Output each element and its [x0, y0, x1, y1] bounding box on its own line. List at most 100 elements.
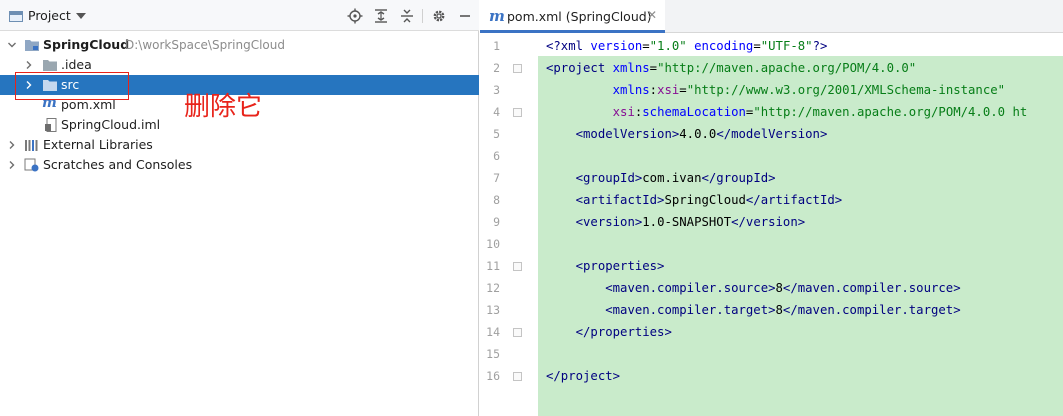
- minimize-icon[interactable]: [457, 8, 473, 24]
- code-line: xmlns:xsi="http://www.w3.org/2001/XMLSch…: [546, 79, 1063, 101]
- line-number: 5: [493, 127, 500, 141]
- code-token: SpringCloud: [664, 193, 746, 207]
- editor-gutter: 1 2 3 4 5 6 7 8 9 10 11 12 13 14 15 16: [480, 34, 538, 416]
- line-number: 16: [486, 369, 500, 383]
- chevron-down-icon[interactable]: [76, 13, 86, 19]
- code-token: <maven.compiler.source>: [605, 281, 776, 295]
- code-token: </maven.compiler.target>: [782, 303, 961, 317]
- line-number: 11: [486, 259, 500, 273]
- fold-marker-icon[interactable]: [513, 372, 522, 381]
- line-number: 14: [486, 325, 500, 339]
- code-token: =: [753, 39, 761, 53]
- maven-icon: m: [489, 7, 505, 25]
- folder-icon: [42, 58, 58, 72]
- tree-item-label: Scratches and Consoles: [43, 157, 193, 172]
- code-token: 8: [775, 281, 783, 295]
- code-line: <?xml version="1.0" encoding="UTF-8"?>: [546, 35, 1063, 57]
- code-token: xsi: [612, 105, 635, 119]
- line-number: 4: [493, 105, 500, 119]
- code-token: <version>: [575, 215, 643, 229]
- iml-file-icon: [44, 118, 60, 132]
- scratches-icon: [24, 158, 40, 172]
- line-number: 12: [486, 281, 500, 295]
- editor-tab-pom-xml[interactable]: m pom.xml (SpringCloud) ✕: [480, 0, 665, 33]
- code-line: <version>1.0-SNAPSHOT</version>: [546, 211, 1063, 233]
- code-token: com.ivan: [642, 171, 702, 185]
- module-folder-icon: [24, 38, 40, 52]
- close-icon[interactable]: ✕: [647, 8, 657, 22]
- code-token: :: [649, 83, 658, 97]
- tree-item-label: External Libraries: [43, 137, 153, 152]
- line-number: 13: [486, 303, 500, 317]
- chevron-right-icon[interactable]: [6, 159, 18, 171]
- line-number: 6: [493, 149, 500, 163]
- project-path: D:\workSpace\SpringCloud: [125, 38, 285, 52]
- tree-item-external-libraries[interactable]: External Libraries: [0, 135, 479, 155]
- line-number: 15: [486, 347, 500, 361]
- line-number: 1: [493, 39, 500, 53]
- code-token: <?xml: [546, 39, 591, 53]
- code-line: </project>: [546, 365, 1063, 387]
- project-panel-header: Project: [0, 0, 479, 31]
- code-line: <project xmlns="http://maven.apache.org/…: [546, 57, 1063, 79]
- line-number: 9: [493, 215, 500, 229]
- code-token: </project>: [546, 369, 621, 383]
- tree-item-label: SpringCloud.iml: [61, 117, 161, 132]
- fold-marker-icon[interactable]: [513, 262, 522, 271]
- code-token: schemaLocation: [642, 105, 746, 119]
- code-token: version: [590, 39, 643, 53]
- chevron-right-icon[interactable]: [23, 59, 35, 71]
- locate-icon[interactable]: [347, 8, 363, 24]
- chevron-right-icon[interactable]: [6, 139, 18, 151]
- code-token: =: [679, 83, 687, 97]
- code-token: <artifactId>: [575, 193, 665, 207]
- project-panel-title[interactable]: Project: [28, 8, 71, 23]
- code-area[interactable]: <?xml version="1.0" encoding="UTF-8"?> <p…: [538, 34, 1063, 416]
- code-token: <groupId>: [575, 171, 643, 185]
- code-token: <modelVersion>: [575, 127, 680, 141]
- code-line: xsi:schemaLocation="http://maven.apache.…: [546, 101, 1063, 123]
- code-token: "http://maven.apache.org/POM/4.0.0 ht: [753, 105, 1028, 119]
- line-number: 10: [486, 237, 500, 251]
- collapse-all-icon[interactable]: [399, 8, 415, 24]
- code-line: <artifactId>SpringCloud</artifactId>: [546, 189, 1063, 211]
- code-token: 1.0-SNAPSHOT: [642, 215, 732, 229]
- code-token: xsi: [657, 83, 680, 97]
- code-line: </properties>: [546, 321, 1063, 343]
- line-number: 7: [493, 171, 500, 185]
- tab-label: pom.xml (SpringCloud): [507, 9, 652, 24]
- tree-item-label: .idea: [61, 57, 92, 72]
- highlight-box: [15, 72, 129, 100]
- fold-marker-icon[interactable]: [513, 328, 522, 337]
- code-token: "http://www.w3.org/2001/XMLSchema-instan…: [686, 83, 1006, 97]
- code-token: "1.0": [649, 39, 687, 53]
- code-token: </properties>: [575, 325, 672, 339]
- gear-icon[interactable]: [431, 8, 447, 24]
- code-token: </version>: [731, 215, 806, 229]
- code-line: <groupId>com.ivan</groupId>: [546, 167, 1063, 189]
- code-token: <properties>: [575, 259, 665, 273]
- fold-marker-icon[interactable]: [513, 64, 522, 73]
- editor-tab-bar: m pom.xml (SpringCloud) ✕: [480, 0, 1063, 33]
- code-token: </maven.compiler.source>: [782, 281, 961, 295]
- code-token: =: [642, 39, 650, 53]
- code-token: xmlns: [612, 83, 650, 97]
- code-token: 4.0.0: [679, 127, 717, 141]
- tree-item-springcloud[interactable]: SpringCloud D:\workSpace\SpringCloud: [0, 35, 479, 55]
- chevron-down-icon[interactable]: [6, 39, 18, 51]
- project-window-icon: [9, 11, 23, 22]
- code-token: "UTF-8": [760, 39, 813, 53]
- fold-marker-icon[interactable]: [513, 108, 522, 117]
- expand-all-icon[interactable]: [373, 8, 389, 24]
- tree-item-scratches-and-consoles[interactable]: Scratches and Consoles: [0, 155, 479, 175]
